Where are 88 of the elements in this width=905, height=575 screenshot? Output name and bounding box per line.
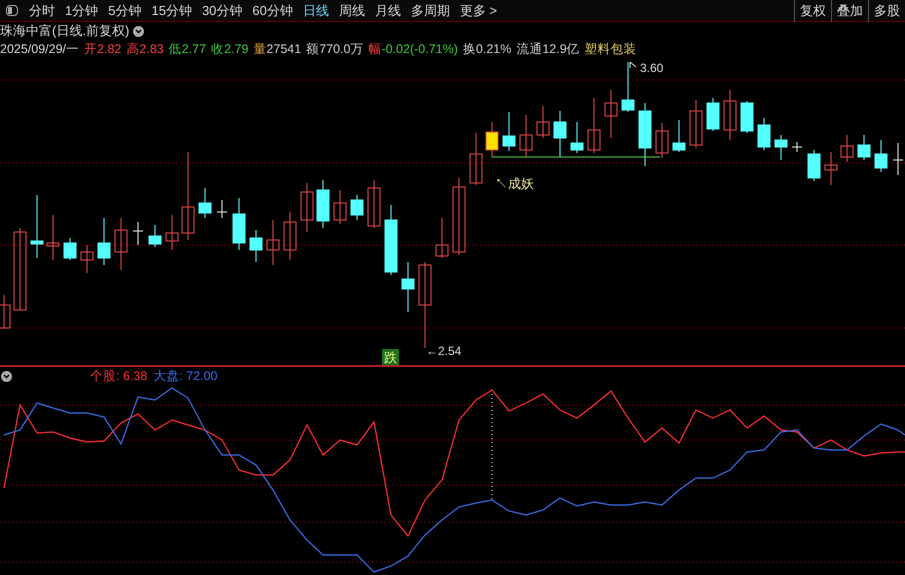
date-label: 2025/09/29/一: [0, 40, 80, 58]
candlestick: [216, 200, 228, 218]
candlestick: [232, 198, 246, 250]
period-tab[interactable]: 30分钟: [196, 0, 248, 20]
fall-badge: 跌: [382, 349, 399, 365]
candlestick: [46, 214, 60, 260]
candlestick: [148, 224, 162, 248]
period-tab[interactable]: 多周期: [406, 0, 455, 20]
toolbar-button[interactable]: 叠加: [831, 0, 868, 22]
candlestick: [638, 102, 652, 166]
panel-icon[interactable]: [6, 5, 18, 16]
candlestick: [706, 98, 720, 132]
candlestick: [132, 222, 144, 246]
candlestick: [98, 218, 110, 266]
stat-value: 幅: [368, 40, 382, 58]
candlestick: [656, 122, 668, 158]
candlestick: [554, 110, 566, 158]
candlestick: [622, 62, 634, 112]
candlestick: [588, 98, 600, 154]
candlestick: [436, 218, 448, 258]
candlestick: [892, 142, 904, 176]
industry-label: 塑料包装: [584, 40, 637, 58]
candlestick: [792, 142, 802, 152]
period-tab[interactable]: 分时: [24, 0, 60, 20]
period-tab[interactable]: 周线: [334, 0, 370, 20]
candlestick: [486, 122, 498, 158]
high-marker-drawing: [630, 62, 636, 68]
candlestick: [470, 132, 482, 186]
stat-value: -0.02(-0.71%): [381, 40, 458, 58]
candlestick: [284, 212, 296, 260]
candlestick: [198, 188, 212, 218]
stat-value: 额770.0万: [306, 40, 364, 58]
stock-title: 珠海中富(日线.前复权): [0, 22, 130, 40]
chevron-icon[interactable]: [133, 26, 144, 36]
stat-value: 收2.79: [211, 40, 248, 58]
candlestick: [758, 118, 770, 150]
chevron-icon[interactable]: [1, 370, 12, 382]
candlestick: [502, 112, 516, 152]
period-tab[interactable]: 更多 >: [454, 0, 502, 20]
legend-label: 大盘: 72.00: [153, 368, 218, 385]
candlestick: [64, 238, 76, 260]
candlestick: [536, 106, 550, 138]
candlestick: [672, 120, 686, 152]
toolbar-button[interactable]: 多股: [868, 0, 905, 22]
stat-value: 27541: [266, 40, 302, 58]
stat-value: 低2.77: [168, 40, 206, 58]
candlestick: [874, 140, 888, 172]
candlestick: [570, 122, 584, 154]
candlestick: [300, 182, 314, 232]
candlestick: [858, 134, 870, 160]
period-tab[interactable]: 1分钟: [60, 0, 104, 20]
candlestick: [316, 180, 330, 228]
candlestick: [266, 220, 280, 266]
candlestick: [80, 244, 94, 274]
signal-label: ↖成妖: [495, 176, 534, 191]
stat-value: 量: [253, 40, 266, 58]
candlestick: [368, 180, 380, 228]
period-tab[interactable]: 60分钟: [247, 0, 298, 20]
period-tab[interactable]: 15分钟: [146, 0, 197, 20]
candlestick: [334, 190, 346, 224]
candlestick: [740, 100, 754, 134]
high-price-label: 3.60: [640, 61, 664, 75]
candlestick: [166, 214, 178, 250]
candlestick: [824, 152, 838, 186]
candlestick: [604, 90, 618, 138]
stat-value: 高2.83: [126, 40, 164, 58]
candlestick: [114, 218, 128, 270]
candlestick: [0, 294, 10, 328]
candlestick: [840, 134, 854, 162]
candlestick: [774, 134, 788, 160]
candlestick: [520, 114, 532, 158]
period-tab[interactable]: 5分钟: [103, 0, 146, 20]
candlestick: [724, 90, 736, 140]
candlestick: [808, 150, 820, 182]
candlestick: [350, 194, 364, 220]
low-price-label: ←2.54: [426, 344, 462, 358]
stat-value: 换0.21%: [462, 40, 512, 58]
candlestick: [402, 262, 414, 312]
period-tab[interactable]: 日线: [298, 0, 334, 20]
toolbar-button[interactable]: 复权: [794, 0, 831, 22]
candlestick: [384, 204, 398, 276]
stat-value: 开2.82: [84, 40, 122, 58]
period-tab[interactable]: 月线: [370, 0, 406, 20]
candlestick: [690, 100, 702, 148]
stat-value: 流通12.9亿: [516, 40, 580, 58]
legend-label: 个股: 6.38: [90, 368, 148, 385]
candlestick: [30, 194, 44, 258]
candlestick: [250, 230, 262, 262]
